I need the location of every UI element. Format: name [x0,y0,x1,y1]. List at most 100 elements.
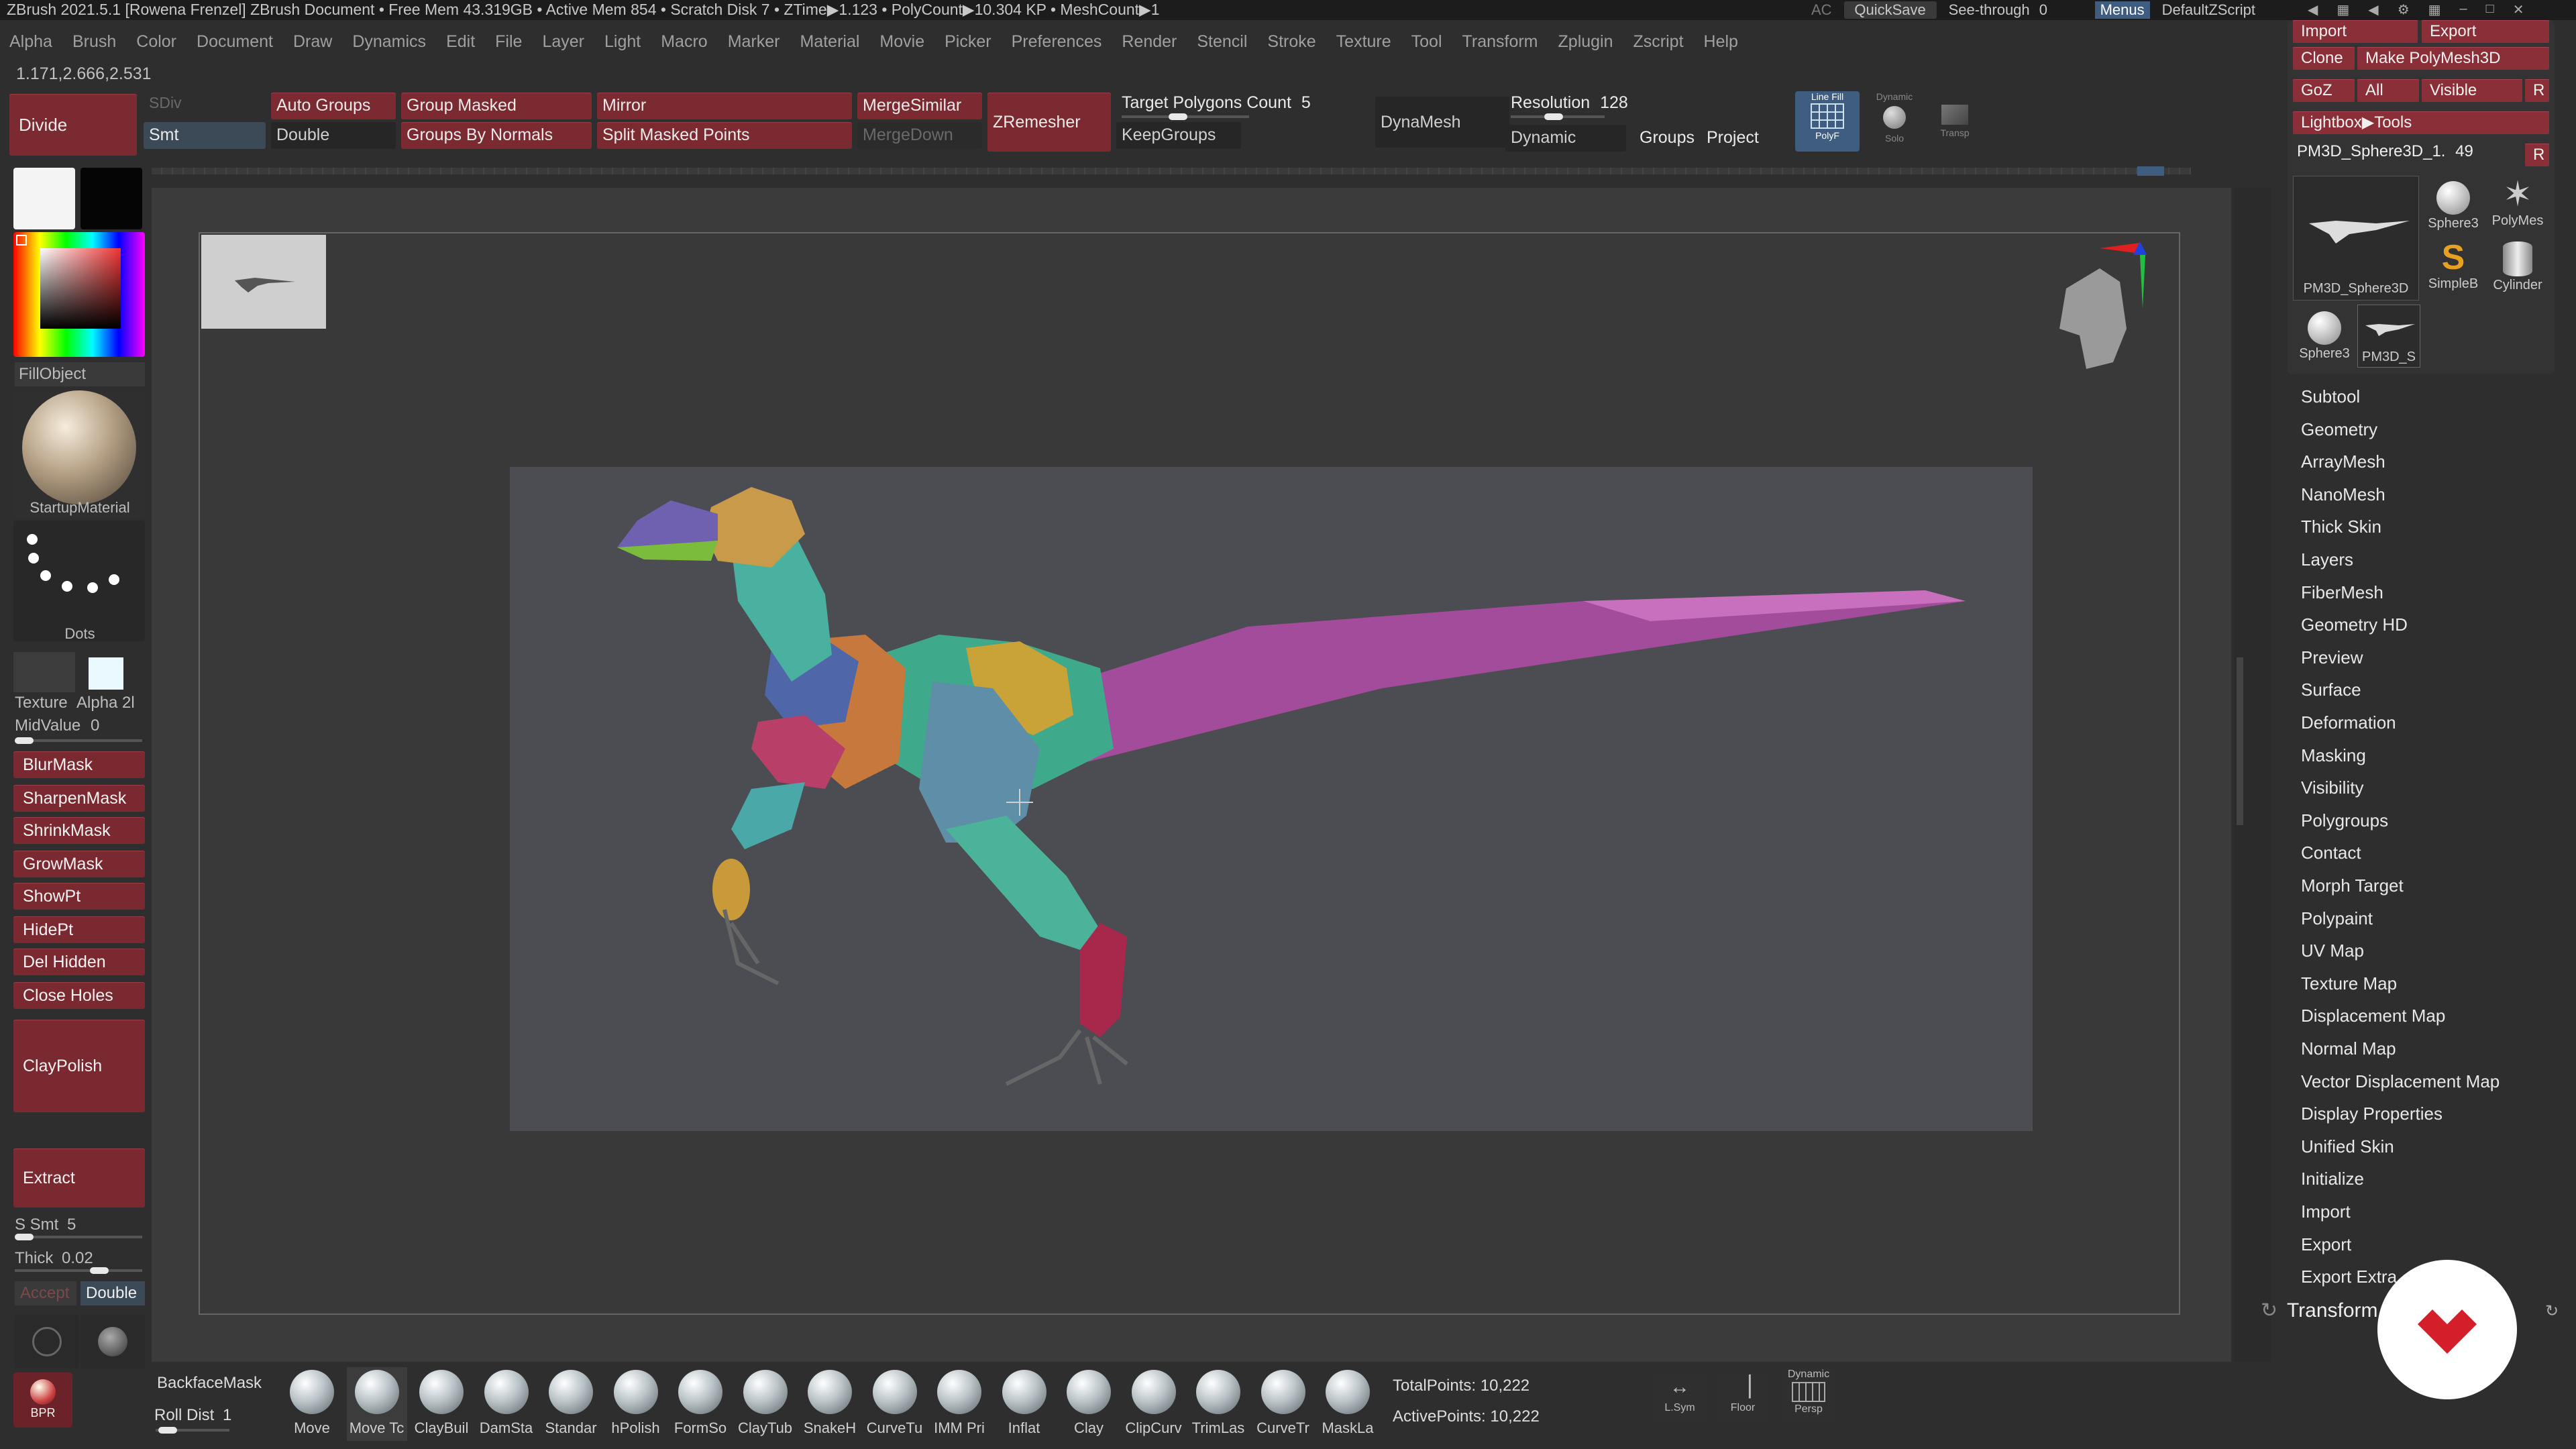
transp-button[interactable]: Transp [1928,91,1982,152]
primary-color-swatch[interactable] [13,168,75,229]
alpha-picker[interactable] [89,657,123,690]
menu-item-light[interactable]: Light [604,32,641,52]
clone-button[interactable]: Clone [2293,47,2355,70]
menu-item-brush[interactable]: Brush [72,32,116,52]
menu-item-color[interactable]: Color [136,32,176,52]
subpalette-morph-target[interactable]: Morph Target [2301,875,2404,896]
mirror-button[interactable]: Mirror [597,93,852,119]
extract-option-icon[interactable] [15,1315,79,1368]
menu-item-movie[interactable]: Movie [879,32,924,52]
menu-item-edit[interactable]: Edit [446,32,475,52]
menu-item-zplugin[interactable]: Zplugin [1558,32,1613,52]
menu-item-transform[interactable]: Transform [1462,32,1538,52]
subpalette-normal-map[interactable]: Normal Map [2301,1038,2396,1059]
subpalette-masking[interactable]: Masking [2301,745,2366,766]
brush-move[interactable]: Move [282,1367,342,1441]
brush-claybuil[interactable]: ClayBuil [411,1367,472,1441]
tool-thumb-main[interactable]: PM3D_Sphere3D [2293,176,2419,301]
brush-formso[interactable]: FormSo [670,1367,731,1441]
secondary-color-swatch[interactable] [80,168,142,229]
subpalette-geometry[interactable]: Geometry [2301,419,2377,440]
floor-button[interactable]: ▕ Floor [1717,1373,1768,1424]
merge-down-button[interactable]: MergeDown [857,122,982,149]
menu-item-picker[interactable]: Picker [945,32,991,52]
sharpenmask-button[interactable]: SharpenMask [13,785,145,812]
showpt-button[interactable]: ShowPt [13,883,145,910]
tool-thumb[interactable]: Sphere3 [2422,176,2485,236]
target-polygons-track[interactable] [1122,113,1249,120]
split-masked-points-button[interactable]: Split Masked Points [597,122,852,149]
brush-clay[interactable]: Clay [1059,1367,1119,1441]
minimize-icon[interactable]: – [2460,1,2467,18]
menu-item-help[interactable]: Help [1704,32,1738,52]
tool-thumb[interactable]: Sphere3 [2293,305,2356,368]
subpalette-uv-map[interactable]: UV Map [2301,941,2364,961]
persp-button[interactable]: Dynamic Persp [1782,1368,1835,1424]
subpalette-polypaint[interactable]: Polypaint [2301,908,2373,929]
navigation-gizmo[interactable] [2039,235,2174,409]
brush-damsta[interactable]: DamSta [476,1367,537,1441]
color-picker[interactable] [13,232,145,357]
brush-standar[interactable]: Standar [541,1367,601,1441]
menu-item-layer[interactable]: Layer [542,32,584,52]
fillobject-button[interactable]: FillObject [15,362,145,386]
lightbox-tools-button[interactable]: Lightbox▶Tools [2293,111,2549,134]
layout-icon[interactable]: ▦ [2337,1,2349,18]
stroke-picker[interactable] [13,521,145,641]
brush-clipcurv[interactable]: ClipCurv [1124,1367,1184,1441]
refresh-icon[interactable]: ↻ [2545,1301,2559,1321]
brush-move-tc[interactable]: Move Tc [346,1367,407,1441]
r-button[interactable]: R [2525,79,2549,102]
zremesher-button[interactable]: ZRemesher [987,93,1111,152]
brush-hpolish[interactable]: hPolish [606,1367,666,1441]
all-button[interactable]: All [2357,79,2419,102]
dinosaur-model[interactable] [510,467,2033,1131]
navigator-thumbnail[interactable] [201,235,326,329]
brush-curvetu[interactable]: CurveTu [865,1367,925,1441]
backfacemask-button[interactable]: BackfaceMask [157,1374,262,1393]
menu-item-material[interactable]: Material [800,32,859,52]
brush-curvetr[interactable]: CurveTr [1253,1367,1313,1441]
double-button[interactable]: Double [271,122,396,149]
groups-by-normals-button[interactable]: Groups By Normals [401,122,592,149]
brush-inflat[interactable]: Inflat [994,1367,1055,1441]
extract-option-icon[interactable] [80,1315,145,1368]
menu-item-dynamics[interactable]: Dynamics [352,32,426,52]
tool-thumb[interactable]: Cylinder [2486,239,2549,299]
brush-snakeh[interactable]: SnakeH [800,1367,860,1441]
brush-trimlas[interactable]: TrimLas [1188,1367,1248,1441]
subpalette-visibility[interactable]: Visibility [2301,777,2363,798]
right-scroll-strip[interactable] [2234,188,2271,1362]
menu-item-marker[interactable]: Marker [728,32,780,52]
texture-picker[interactable] [13,652,75,692]
gear-icon[interactable]: ⚙ [2398,1,2410,18]
menu-item-zscript[interactable]: Zscript [1633,32,1684,52]
subpalette-thick-skin[interactable]: Thick Skin [2301,517,2381,537]
menu-item-tool[interactable]: Tool [1411,32,1442,52]
subpalette-initialize[interactable]: Initialize [2301,1169,2364,1189]
subpalette-fibermesh[interactable]: FiberMesh [2301,582,2383,603]
scroll-indicator[interactable] [2137,166,2164,176]
menu-item-file[interactable]: File [495,32,522,52]
resolution-slider[interactable]: Resolution 128 [1505,90,1680,117]
accept-button[interactable]: Accept [15,1281,76,1305]
subpalette-contact[interactable]: Contact [2301,843,2361,863]
subpalette-arraymesh[interactable]: ArrayMesh [2301,451,2385,472]
resolution-track[interactable] [1511,113,1605,120]
shrinkmask-button[interactable]: ShrinkMask [13,817,145,844]
target-polygons-slider[interactable]: Target Polygons Count 5 [1116,90,1338,117]
subpalette-export[interactable]: Export [2301,1234,2351,1255]
claypolish-button[interactable]: ClayPolish [13,1020,145,1112]
menu-item-alpha[interactable]: Alpha [9,32,52,52]
rolldist-track[interactable] [156,1427,229,1434]
rolldist-slider[interactable]: Roll Dist 1 [154,1406,231,1425]
growmask-button[interactable]: GrowMask [13,851,145,877]
tool-thumb[interactable]: S SimpleB [2422,239,2485,299]
blurmask-button[interactable]: BlurMask [13,751,145,778]
subpalette-geometry-hd[interactable]: Geometry HD [2301,614,2408,635]
tool-thumb[interactable]: PM3D_S [2357,305,2420,368]
subpalette-vector-displacement-map[interactable]: Vector Displacement Map [2301,1071,2500,1092]
dynamic-toggle[interactable]: Dynamic [1505,125,1626,152]
subpalette-layers[interactable]: Layers [2301,549,2353,570]
close-icon[interactable]: ✕ [2513,1,2524,18]
